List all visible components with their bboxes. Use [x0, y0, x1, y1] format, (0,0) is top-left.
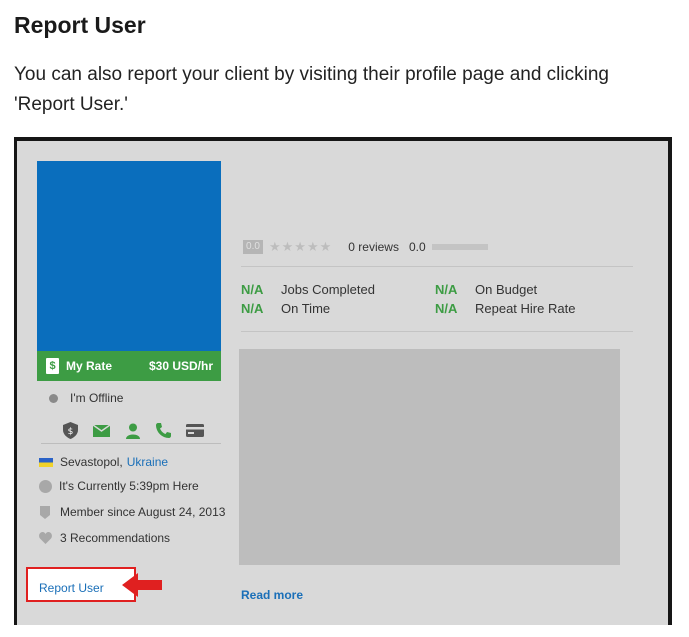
score-badge: 0.0 [243, 240, 263, 254]
report-user-link[interactable]: Report User [39, 581, 104, 595]
status-text: I'm Offline [70, 391, 124, 405]
earnings-score: 0.0 [408, 240, 426, 254]
description-placeholder [239, 349, 620, 565]
recommendations: 3 Recommendations [60, 531, 171, 545]
star-rating-icon: ★★★★★ [269, 239, 333, 254]
stat-on-time: N/A On Time [241, 301, 331, 316]
rate-value: $30 USD/hr [148, 359, 213, 373]
dollar-icon: $ [46, 358, 59, 374]
recommendations-row: 3 Recommendations [39, 531, 170, 545]
heart-icon [39, 532, 53, 544]
rating-row: 0.0 ★★★★★ 0 reviews 0.0 [243, 239, 488, 255]
online-status: I'm Offline [49, 391, 123, 405]
rate-bar: $ My Rate $30 USD/hr [37, 351, 221, 381]
member-since-row: Member since August 24, 2013 [39, 505, 225, 519]
badge-icon [39, 506, 53, 519]
credit-card-icon[interactable] [185, 421, 204, 440]
phone-icon[interactable] [154, 421, 173, 440]
envelope-icon[interactable] [92, 421, 111, 440]
stat-repeat-hire-rate: N/A Repeat Hire Rate [435, 301, 576, 316]
description-text: You can also report your client by visit… [14, 64, 609, 115]
location-city: Sevastopol, [60, 455, 123, 469]
verification-icons: $ [61, 421, 204, 440]
profile-panel: $ My Rate $30 USD/hr I'm Offline $ Sevas… [17, 141, 668, 625]
earnings-bar [431, 244, 488, 250]
ukraine-flag-icon [39, 457, 53, 467]
stat-jobs-completed: N/A Jobs Completed [241, 282, 375, 297]
reviews-count[interactable]: 0 reviews [348, 240, 399, 254]
location-row: Sevastopol, Ukraine [39, 455, 168, 469]
divider [241, 266, 633, 267]
clock-icon [39, 479, 52, 493]
local-time: It's Currently 5:39pm Here [59, 479, 199, 493]
user-icon[interactable] [123, 421, 142, 440]
profile-screenshot: $ My Rate $30 USD/hr I'm Offline $ Sevas… [14, 137, 672, 625]
divider [41, 443, 221, 444]
red-arrow-icon [122, 573, 162, 597]
status-dot-icon [49, 393, 58, 403]
rate-label: My Rate [66, 359, 113, 373]
stat-on-budget: N/A On Budget [435, 282, 538, 297]
shield-dollar-icon[interactable]: $ [61, 421, 80, 440]
profile-photo-placeholder [37, 161, 221, 351]
member-since: Member since August 24, 2013 [60, 505, 226, 519]
local-time-row: It's Currently 5:39pm Here [39, 479, 199, 493]
divider [241, 331, 633, 332]
page-title: Report User [14, 12, 146, 38]
svg-text:$: $ [68, 427, 74, 437]
read-more-link[interactable]: Read more [241, 588, 303, 602]
location-country-link[interactable]: Ukraine [127, 455, 168, 469]
